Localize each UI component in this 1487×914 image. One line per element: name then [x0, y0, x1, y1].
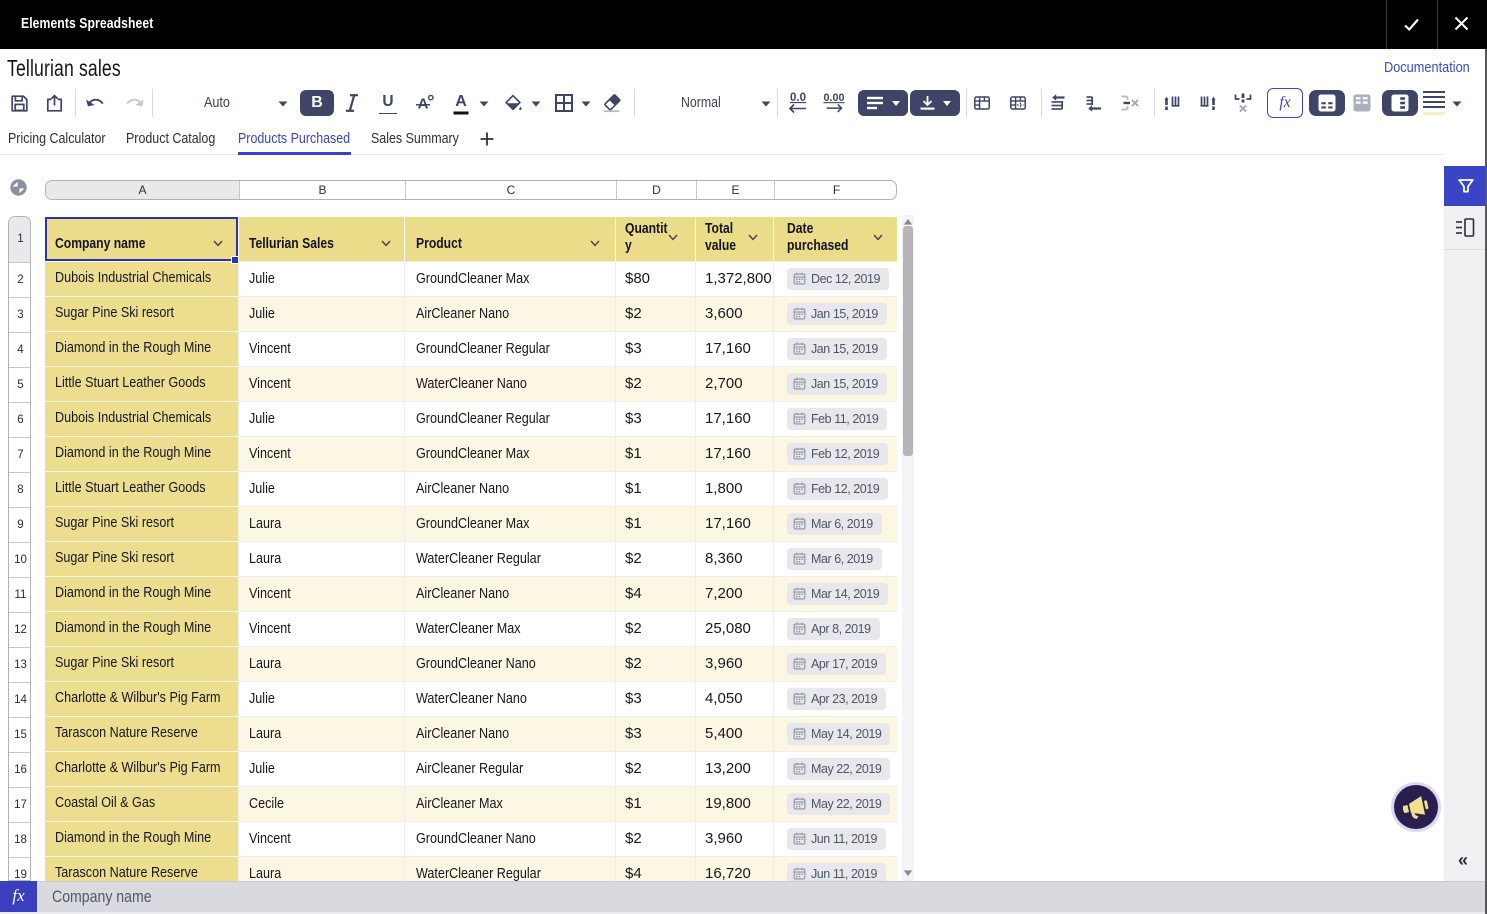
svg-text:A: A	[418, 96, 429, 113]
svg-text:A: A	[455, 93, 467, 110]
svg-text:0.00: 0.00	[823, 92, 844, 104]
svg-text:0.0: 0.0	[790, 92, 806, 104]
